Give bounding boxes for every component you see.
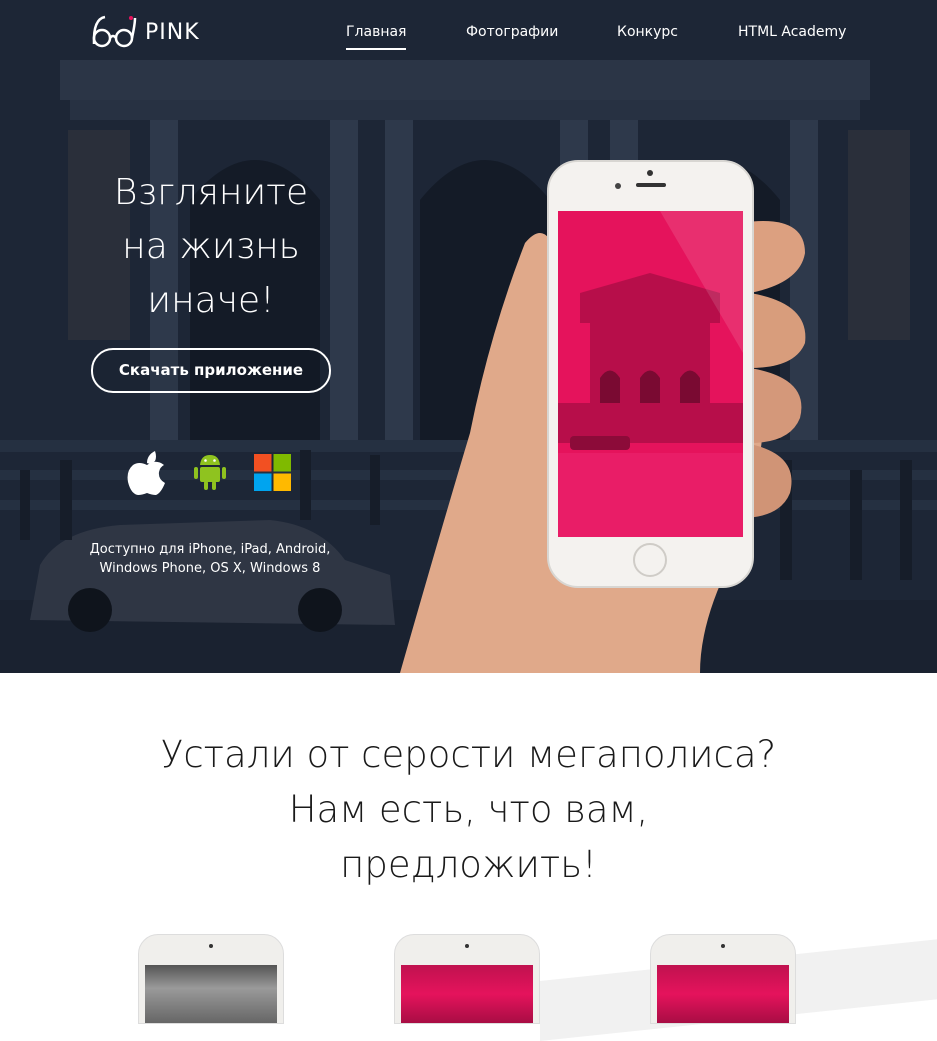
glasses-logo-icon (92, 15, 137, 48)
phone-screen-pink (657, 965, 789, 1023)
phone-screen-pink (401, 965, 533, 1023)
phone-speaker (721, 944, 725, 948)
nav-item-home[interactable]: Главная (346, 24, 407, 50)
hand-with-phone-image (400, 160, 806, 673)
feature-phone-2 (394, 934, 540, 1024)
hero-title-line: на жизнь (122, 226, 300, 267)
site-header: PINK Главная Фотографии Конкурс HTML Aca… (0, 0, 937, 70)
nav-item-html-academy[interactable]: HTML Academy (738, 24, 846, 40)
features-title-line: предложить! (340, 843, 597, 886)
hero-title-line: Взгляните (113, 172, 309, 213)
feature-phone-1 (138, 934, 284, 1024)
hero-section: PINK Главная Фотографии Конкурс HTML Aca… (0, 0, 937, 673)
phone-screen-grayscale (145, 965, 277, 1023)
brand-logo[interactable]: PINK (91, 14, 200, 50)
nav-item-photos[interactable]: Фотографии (466, 24, 558, 40)
feature-phone-3 (650, 934, 796, 1024)
hero-title-line: иначе! (147, 280, 275, 321)
phone-speaker (209, 944, 213, 948)
windows-icon[interactable] (254, 454, 291, 491)
nav-item-contest[interactable]: Конкурс (617, 24, 678, 40)
android-icon[interactable] (193, 451, 227, 491)
availability-line: Windows Phone, OS X, Windows 8 (99, 561, 321, 576)
phone-speaker (465, 944, 469, 948)
apple-icon[interactable] (125, 449, 169, 497)
download-app-button[interactable]: Скачать приложение (91, 348, 331, 393)
availability-line: Доступно для iPhone, iPad, Android, (89, 542, 331, 557)
hero-title: Взгляните на жизнь иначе! (91, 166, 331, 328)
features-title-line: Устали от серости мегаполиса? (160, 733, 777, 776)
availability-text: Доступно для iPhone, iPad, Android, Wind… (80, 540, 340, 578)
features-title-line: Нам есть, что вам, (288, 788, 649, 831)
features-title: Устали от серости мегаполиса? Нам есть, … (0, 727, 937, 892)
brand-name: PINK (145, 19, 200, 45)
